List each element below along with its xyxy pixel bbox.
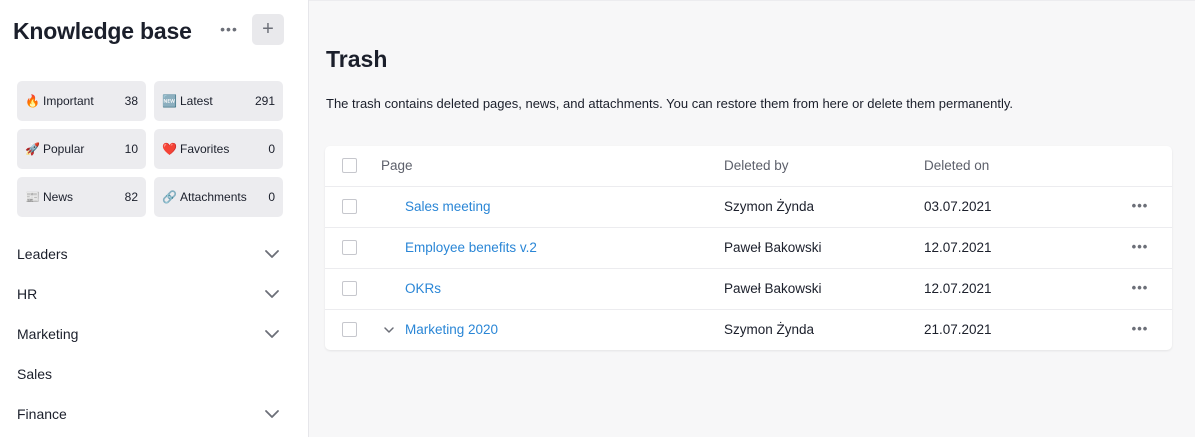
tile-label: Favorites <box>180 142 230 156</box>
trash-table: Page Deleted by Deleted on Sales meeting… <box>325 146 1172 350</box>
tile-label: Popular <box>43 142 85 156</box>
tile-attachments[interactable]: 🔗 Attachments 0 <box>154 177 283 217</box>
chevron-down-icon[interactable] <box>383 324 395 336</box>
new-icon: 🆕 <box>162 94 177 108</box>
tile-count: 291 <box>254 94 275 108</box>
tile-favorites[interactable]: ❤️ Favorites 0 <box>154 129 283 169</box>
sidebar-item-finance[interactable]: Finance <box>0 394 308 434</box>
sidebar-item-sales[interactable]: Sales <box>0 354 308 394</box>
heart-icon: ❤️ <box>162 142 177 156</box>
sidebar-item-marketing[interactable]: Marketing <box>0 314 308 354</box>
link-icon: 🔗 <box>162 190 177 204</box>
deleted-by: Szymon Żynda <box>724 322 815 337</box>
chevron-down-icon[interactable] <box>264 326 280 342</box>
deleted-by: Paweł Bakowski <box>724 240 822 255</box>
deleted-on: 03.07.2021 <box>924 199 992 214</box>
tile-latest[interactable]: 🆕 Latest 291 <box>154 81 283 121</box>
page-link[interactable]: Marketing 2020 <box>405 322 498 337</box>
sidebar-item-label: HR <box>17 286 38 302</box>
chevron-down-icon[interactable] <box>264 406 280 422</box>
divider <box>309 0 1195 1</box>
tile-label: Important <box>43 94 94 108</box>
row-checkbox[interactable] <box>342 281 357 296</box>
table-row: Sales meeting Szymon Żynda 03.07.2021 ••… <box>325 186 1172 227</box>
tile-count: 0 <box>268 142 275 156</box>
more-horizontal-icon[interactable]: ••• <box>1129 199 1151 215</box>
tile-label: Attachments <box>180 190 247 204</box>
column-header-deleted-by[interactable]: Deleted by <box>724 158 789 173</box>
column-header-deleted-on[interactable]: Deleted on <box>924 158 989 173</box>
sidebar-item-label: Marketing <box>17 326 79 342</box>
add-button[interactable]: + <box>252 14 284 45</box>
chevron-down-icon[interactable] <box>264 246 280 262</box>
page-description: The trash contains deleted pages, news, … <box>326 96 1013 111</box>
newspaper-icon: 📰 <box>25 190 40 204</box>
page-link[interactable]: OKRs <box>405 281 441 296</box>
sidebar-item-label: Finance <box>17 406 67 422</box>
sidebar-item-label: Sales <box>17 366 53 382</box>
tile-count: 38 <box>124 94 138 108</box>
tile-count: 10 <box>124 142 138 156</box>
row-checkbox[interactable] <box>342 199 357 214</box>
table-row: Marketing 2020 Szymon Żynda 21.07.2021 •… <box>325 309 1172 350</box>
more-horizontal-icon[interactable]: ••• <box>219 17 239 41</box>
sidebar-header: Knowledge base ••• + <box>13 14 284 48</box>
tile-count: 0 <box>268 190 275 204</box>
fire-icon: 🔥 <box>25 94 40 108</box>
tile-count: 82 <box>124 190 138 204</box>
deleted-on: 12.07.2021 <box>924 281 992 296</box>
deleted-by: Szymon Żynda <box>724 199 815 214</box>
page-title: Trash <box>326 46 388 72</box>
page-link[interactable]: Sales meeting <box>405 199 491 214</box>
rocket-icon: 🚀 <box>25 142 40 156</box>
sidebar-item-leaders[interactable]: Leaders <box>0 234 308 274</box>
sidebar-item-hr[interactable]: HR <box>0 274 308 314</box>
table-row: Employee benefits v.2 Paweł Bakowski 12.… <box>325 227 1172 268</box>
more-horizontal-icon[interactable]: ••• <box>1129 240 1151 256</box>
column-header-page[interactable]: Page <box>381 158 413 173</box>
tile-label: News <box>43 190 74 204</box>
chevron-down-icon[interactable] <box>264 286 280 302</box>
more-horizontal-icon[interactable]: ••• <box>1129 281 1151 297</box>
row-checkbox[interactable] <box>342 240 357 255</box>
table-header: Page Deleted by Deleted on <box>325 146 1172 187</box>
tile-label: Latest <box>180 94 213 108</box>
deleted-by: Paweł Bakowski <box>724 281 822 296</box>
tile-popular[interactable]: 🚀 Popular 10 <box>17 129 146 169</box>
more-horizontal-icon[interactable]: ••• <box>1129 322 1151 338</box>
sidebar-sections: Leaders HR Marketing Sales Finance <box>0 234 308 434</box>
select-all-checkbox[interactable] <box>342 158 357 173</box>
sidebar: Knowledge base ••• + 🔥 Important 38 🆕 La… <box>0 0 309 437</box>
sidebar-item-label: Leaders <box>17 246 68 262</box>
page-link[interactable]: Employee benefits v.2 <box>405 240 537 255</box>
tile-important[interactable]: 🔥 Important 38 <box>17 81 146 121</box>
deleted-on: 12.07.2021 <box>924 240 992 255</box>
deleted-on: 21.07.2021 <box>924 322 992 337</box>
tile-news[interactable]: 📰 News 82 <box>17 177 146 217</box>
row-checkbox[interactable] <box>342 322 357 337</box>
sidebar-title: Knowledge base <box>13 18 192 44</box>
table-row: OKRs Paweł Bakowski 12.07.2021 ••• <box>325 268 1172 309</box>
main-content: Trash The trash contains deleted pages, … <box>309 0 1195 437</box>
